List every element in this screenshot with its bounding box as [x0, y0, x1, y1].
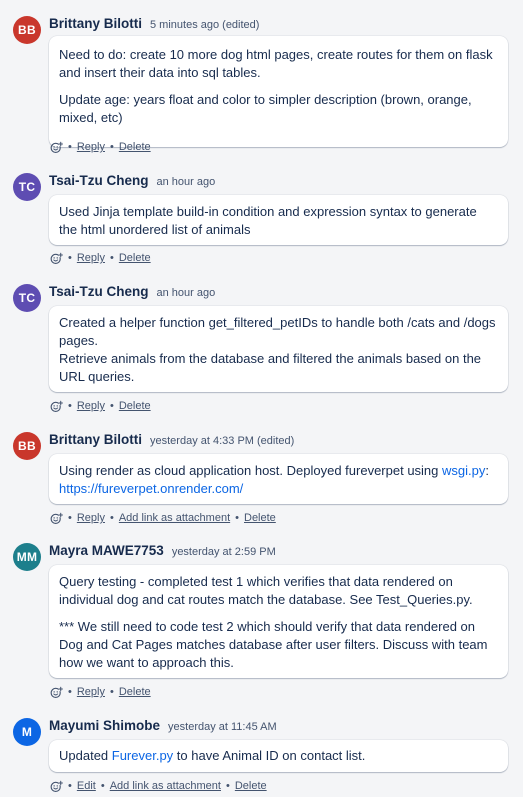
- comment-paragraph: Updated Furever.py to have Animal ID on …: [59, 747, 498, 765]
- comment-header: Brittany Bilotti 5 minutes ago (edited): [49, 16, 259, 32]
- comment-timestamp[interactable]: 5 minutes ago (edited): [150, 19, 259, 31]
- author-name[interactable]: Brittany Bilotti: [49, 16, 142, 31]
- comment-header: Brittany Bilotti yesterday at 4:33 PM (e…: [49, 432, 294, 448]
- comment-paragraph: Used Jinja template build-in condition a…: [59, 204, 477, 237]
- file-link[interactable]: Furever.py: [112, 748, 173, 763]
- comment-body: Created a helper function get_filtered_p…: [49, 306, 508, 392]
- avatar[interactable]: TC: [13, 173, 41, 201]
- separator: •: [109, 512, 114, 524]
- author-name[interactable]: Mayumi Shimobe: [49, 718, 160, 733]
- separator: •: [235, 512, 239, 524]
- comment-actions: • Reply • Delete: [50, 685, 151, 699]
- comment-timestamp[interactable]: yesterday at 4:33 PM (edited): [150, 435, 294, 447]
- avatar[interactable]: BB: [13, 432, 41, 460]
- add-link-as-attachment-button[interactable]: Add link as attachment: [119, 512, 230, 524]
- comment-actions: • Reply • Delete: [50, 399, 151, 413]
- comment-text: to have Animal ID on contact list.: [173, 748, 366, 763]
- comment-paragraph: Query testing - completed test 1 which v…: [59, 574, 473, 607]
- reply-button[interactable]: Reply: [77, 686, 105, 698]
- avatar[interactable]: MM: [13, 543, 41, 571]
- comment-body: Updated Furever.py to have Animal ID on …: [49, 740, 508, 772]
- separator: •: [225, 780, 230, 792]
- comment-timestamp[interactable]: yesterday at 11:45 AM: [168, 721, 277, 733]
- delete-button[interactable]: Delete: [119, 400, 151, 412]
- avatar[interactable]: BB: [13, 16, 41, 44]
- comment-text: Using render as cloud application host. …: [59, 463, 443, 478]
- author-name[interactable]: Tsai-Tzu Cheng: [49, 284, 149, 299]
- comment-timestamp[interactable]: an hour ago: [157, 176, 216, 188]
- comment-text: Updated: [59, 748, 112, 763]
- smiley-add-icon[interactable]: [50, 512, 63, 525]
- comment-body: Query testing - completed test 1 which v…: [49, 565, 508, 678]
- separator: •: [68, 252, 72, 264]
- url-link[interactable]: https://fureverpet.onrender.com/: [59, 481, 243, 496]
- comment-paragraph: *** We still need to code test 2 which s…: [59, 619, 488, 670]
- comment-actions: • Reply • Delete: [50, 140, 151, 154]
- smiley-add-icon[interactable]: [50, 686, 63, 699]
- avatar[interactable]: M: [13, 718, 41, 746]
- separator: •: [68, 686, 72, 698]
- separator: •: [109, 252, 114, 264]
- author-name[interactable]: Tsai-Tzu Cheng: [49, 173, 149, 188]
- smiley-add-icon[interactable]: [50, 252, 63, 265]
- separator: •: [109, 141, 114, 153]
- reply-button[interactable]: Reply: [77, 400, 105, 412]
- separator: •: [109, 400, 114, 412]
- comment-header: Tsai-Tzu Cheng an hour ago: [49, 173, 215, 189]
- comment-header: Mayumi Shimobe yesterday at 11:45 AM: [49, 718, 277, 734]
- comment-timestamp[interactable]: an hour ago: [157, 287, 216, 299]
- smiley-add-icon[interactable]: [50, 400, 63, 413]
- file-link[interactable]: wsgi.py: [442, 463, 485, 478]
- avatar[interactable]: TC: [13, 284, 41, 312]
- delete-button[interactable]: Delete: [119, 252, 151, 264]
- comment-body: Used Jinja template build-in condition a…: [49, 195, 508, 245]
- comment-paragraph: Update age: years float and color to sim…: [59, 92, 472, 125]
- smiley-add-icon[interactable]: [50, 780, 63, 793]
- comment-actions: • Reply • Add link as attachment • Delet…: [50, 511, 276, 525]
- separator: •: [68, 512, 72, 524]
- comment-body: Using render as cloud application host. …: [49, 454, 508, 504]
- comment-header: Tsai-Tzu Cheng an hour ago: [49, 284, 215, 300]
- comment-paragraph: Retrieve animals from the database and f…: [59, 351, 482, 384]
- comment-paragraph: Need to do: create 10 more dog html page…: [59, 47, 493, 80]
- separator: •: [68, 780, 72, 792]
- separator: •: [68, 141, 72, 153]
- edit-button[interactable]: Edit: [77, 780, 96, 792]
- author-name[interactable]: Brittany Bilotti: [49, 432, 142, 447]
- comment-body: Need to do: create 10 more dog html page…: [49, 36, 508, 147]
- add-link-as-attachment-button[interactable]: Add link as attachment: [110, 780, 221, 792]
- separator: •: [68, 400, 72, 412]
- delete-button[interactable]: Delete: [244, 512, 276, 524]
- reply-button[interactable]: Reply: [77, 141, 105, 153]
- comment-text: :: [485, 463, 489, 478]
- reply-button[interactable]: Reply: [77, 252, 105, 264]
- comment-paragraph: Created a helper function get_filtered_p…: [59, 315, 496, 348]
- comment-actions: • Edit • Add link as attachment • Delete: [50, 779, 267, 793]
- comment-timestamp[interactable]: yesterday at 2:59 PM: [172, 546, 276, 558]
- separator: •: [100, 780, 105, 792]
- author-name[interactable]: Mayra MAWE7753: [49, 543, 164, 558]
- delete-button[interactable]: Delete: [119, 686, 151, 698]
- comment-header: Mayra MAWE7753 yesterday at 2:59 PM: [49, 543, 276, 559]
- separator: •: [109, 686, 114, 698]
- delete-button[interactable]: Delete: [119, 141, 151, 153]
- smiley-add-icon[interactable]: [50, 141, 63, 154]
- comment-paragraph: Using render as cloud application host. …: [59, 462, 498, 498]
- reply-button[interactable]: Reply: [77, 512, 105, 524]
- delete-button[interactable]: Delete: [235, 780, 267, 792]
- comment-actions: • Reply • Delete: [50, 251, 151, 265]
